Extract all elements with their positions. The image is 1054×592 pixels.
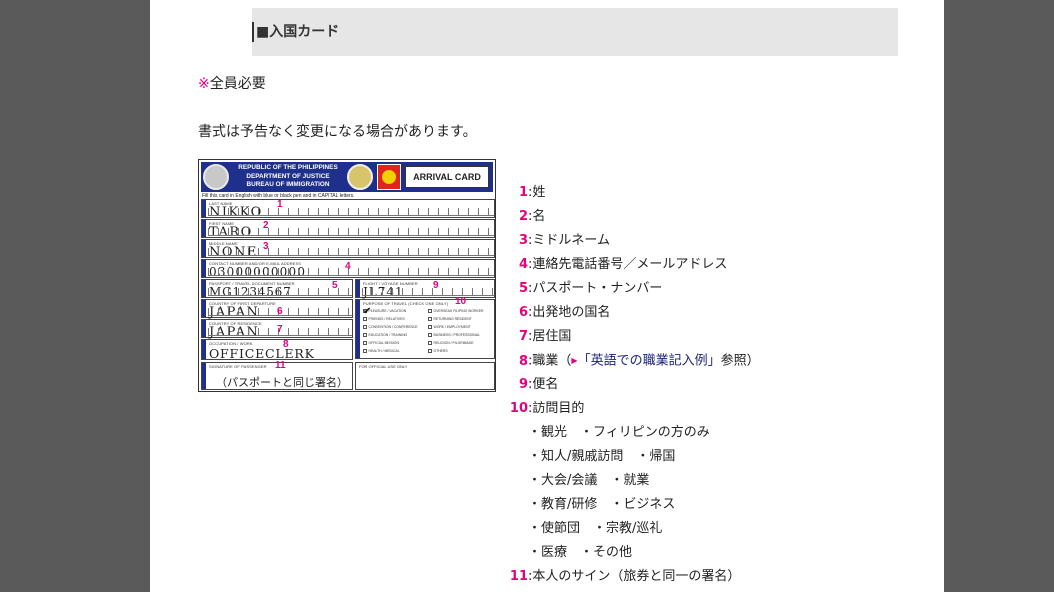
purpose-list-item: ・観光 ・フィリピンの方のみ xyxy=(528,425,710,440)
page: ■入国カード ※全員必要 書式は予告なく変更になる場合があります。 REPUBL… xyxy=(150,0,944,592)
legend-item: 5:パスポート・ナンバー xyxy=(518,281,663,296)
legend-item: 1:姓 xyxy=(518,185,546,200)
card-header-line: REPUBLIC OF THE PHILIPPINES xyxy=(238,164,338,171)
field-middle-name: MIDDLE NAME NONE xyxy=(201,239,495,260)
asean-logo-icon xyxy=(377,164,401,190)
purpose-list-item: ・知人/親戚訪問 ・帰国 xyxy=(528,449,676,464)
checkmark-icon: ✔ xyxy=(363,306,372,317)
callout-number: 1 xyxy=(277,199,283,210)
legend-item: 4:連絡先電話番号／メールアドレス xyxy=(518,257,728,272)
requirement-note: ※全員必要 xyxy=(198,75,266,93)
immigration-seal-icon xyxy=(347,164,373,190)
legend-item: 6:出発地の国名 xyxy=(518,305,611,320)
callout-number: 5 xyxy=(332,280,338,291)
purpose-list-item: ・使節団 ・宗教/巡礼 xyxy=(528,521,663,536)
legend-item: 7:居住国 xyxy=(518,329,572,344)
field-label: FOR OFFICIAL USE ONLY xyxy=(359,364,408,369)
purpose-option: FRIENDS / RELATIVES xyxy=(363,317,405,322)
purpose-option: RETURNING RESIDENT xyxy=(428,317,472,322)
section-header: ■入国カード xyxy=(252,8,898,56)
card-header-text: REPUBLIC OF THE PHILIPPINES DEPARTMENT O… xyxy=(231,164,345,190)
disclaimer-text: 書式は予告なく変更になる場合があります。 xyxy=(198,124,477,140)
field-passport: PASSPORT / TRAVEL DOCUMENT NUMBER MG1234… xyxy=(201,279,353,299)
purpose-option: CONVENTION / CONFERENCE xyxy=(363,325,418,330)
card-header-line: BUREAU OF IMMIGRATION xyxy=(246,181,330,189)
card-header-line: DEPARTMENT OF JUSTICE xyxy=(246,172,330,180)
legend-item: 8:職業（▶「英語での職業記入例」参照） xyxy=(518,353,760,369)
purpose-option: RELIGION / PILGRIMAGE xyxy=(428,341,474,346)
purpose-list-item: ・大会/会議 ・就業 xyxy=(528,473,650,488)
header-accent-bar xyxy=(252,22,254,42)
field-occupation: OCCUPATION / WORK OFFICECLERK xyxy=(201,339,353,361)
callout-number: 3 xyxy=(263,241,269,252)
note-text: 全員必要 xyxy=(209,76,266,92)
legend-item: 2:名 xyxy=(518,209,546,224)
legend-item: 9:便名 xyxy=(518,377,559,392)
callout-number: 11 xyxy=(275,360,286,371)
occupation-example-link[interactable]: 「英語での職業記入例」 xyxy=(578,354,721,369)
callout-number: 10 xyxy=(455,296,467,307)
callout-number: 9 xyxy=(433,280,439,291)
card-header: REPUBLIC OF THE PHILIPPINES DEPARTMENT O… xyxy=(201,162,493,192)
purpose-option: EDUCATION / TRAINING xyxy=(363,333,408,338)
purpose-option: OVERSEAS FILIPINO WORKER xyxy=(428,309,484,314)
purpose-option: HEALTH / MEDICAL xyxy=(363,349,400,354)
callout-number: 4 xyxy=(345,261,351,272)
field-flight: FLIGHT / VOYAGE NUMBER JL741 xyxy=(355,279,495,299)
arrival-card-badge: ARRIVAL CARD xyxy=(405,166,489,188)
field-label: SIGNATURE OF PASSENGER xyxy=(209,364,267,369)
field-first-name: FIRST NAME TARO xyxy=(201,219,495,240)
purpose-list-item: ・教育/研修 ・ビジネス xyxy=(528,497,676,512)
note-mark: ※ xyxy=(198,76,210,92)
field-last-name: LAST NAME NIKKO xyxy=(201,199,495,220)
purpose-option: BUSINESS / PROFESSIONAL xyxy=(428,333,480,338)
field-label: PURPOSE OF TRAVEL (check one only) xyxy=(363,301,449,306)
callout-number: 7 xyxy=(277,324,283,335)
purpose-option: OTHERS xyxy=(428,349,448,354)
purpose-option: OFFICIAL MISSION xyxy=(363,341,399,346)
section-title: ■入国カード xyxy=(256,24,340,40)
legend-item: 3:ミドルネーム xyxy=(518,233,611,248)
signature-value: （パスポートと同じ署名） xyxy=(216,376,348,389)
legend-item: 10:訪問目的 xyxy=(509,401,585,416)
field-purpose-of-travel: PURPOSE OF TRAVEL (check one only) PLEAS… xyxy=(355,299,495,359)
field-value: OFFICECLERK xyxy=(209,346,315,361)
callout-number: 6 xyxy=(277,306,283,317)
arrival-card-image: REPUBLIC OF THE PHILIPPINES DEPARTMENT O… xyxy=(198,159,496,392)
callout-number: 2 xyxy=(263,220,269,231)
callout-number: 8 xyxy=(283,339,289,350)
field-official-use: FOR OFFICIAL USE ONLY xyxy=(355,362,495,390)
philippines-seal-icon xyxy=(203,164,229,190)
purpose-option: WORK / EMPLOYMENT xyxy=(428,325,471,330)
purpose-list-item: ・医療 ・その他 xyxy=(528,545,633,560)
legend-item: 11:本人のサイン（旅券と同一の署名） xyxy=(509,569,741,584)
